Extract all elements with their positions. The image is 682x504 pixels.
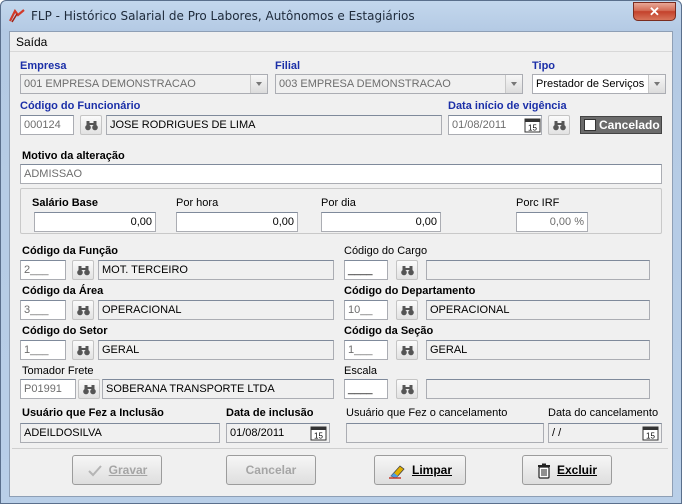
tomador-code-field[interactable]: P01991 bbox=[20, 379, 76, 399]
eraser-icon bbox=[388, 465, 405, 479]
tipo-value: Prestador de Serviços bbox=[536, 78, 645, 90]
vigencia-date-value: 01/08/2011 bbox=[452, 119, 507, 131]
cargo-code-field[interactable]: ____ bbox=[344, 260, 388, 280]
area-label: Código da Área bbox=[22, 285, 104, 297]
cancelamento-date-label: Data do cancelamento bbox=[548, 407, 659, 419]
binoculars-search-icon[interactable] bbox=[72, 300, 94, 320]
chevron-down-icon[interactable] bbox=[250, 75, 267, 93]
binoculars-search-icon[interactable] bbox=[396, 379, 418, 399]
area-code-field[interactable]: 3___ bbox=[20, 300, 66, 320]
binoculars-search-icon[interactable] bbox=[396, 340, 418, 360]
salario-base-label: Salário Base bbox=[32, 197, 99, 209]
porc-irf-field[interactable]: 0,00 % bbox=[516, 212, 588, 232]
tipo-label: Tipo bbox=[532, 60, 556, 72]
area-name-field: OPERACIONAL bbox=[98, 300, 334, 320]
limpar-button[interactable]: Limpar bbox=[374, 455, 466, 485]
setor-name-field: GERAL bbox=[98, 340, 334, 360]
chevron-down-icon[interactable] bbox=[505, 75, 522, 93]
salario-base-field[interactable]: 0,00 bbox=[34, 212, 156, 232]
limpar-label: Limpar bbox=[411, 463, 452, 477]
divider bbox=[12, 448, 668, 449]
filial-value: 003 EMPRESA DEMONSTRACAO bbox=[279, 78, 451, 90]
secao-name-field: GERAL bbox=[426, 340, 650, 360]
cancelamento-date-value: / / bbox=[552, 427, 562, 439]
menu-item-saida[interactable]: Saída bbox=[16, 35, 47, 49]
por-hora-label: Por hora bbox=[176, 197, 219, 209]
binoculars-search-icon[interactable] bbox=[72, 340, 94, 360]
cancelado-checkbox[interactable]: Cancelado bbox=[580, 116, 662, 134]
motivo-field[interactable]: ADMISSAO bbox=[20, 164, 662, 184]
funcionario-code-field[interactable]: 000124 bbox=[20, 115, 74, 135]
cancelar-button[interactable]: Cancelar bbox=[226, 455, 316, 485]
checkmark-icon bbox=[87, 465, 102, 477]
escala-code-field[interactable]: ____ bbox=[344, 379, 388, 399]
filial-label: Filial bbox=[275, 60, 301, 72]
binoculars-search-icon[interactable] bbox=[396, 260, 418, 280]
cancelamento-user-label: Usuário que Fez o cancelamento bbox=[346, 407, 508, 419]
calendar-icon[interactable]: 15 bbox=[524, 117, 542, 133]
tipo-select[interactable]: Prestador de Serviços bbox=[532, 74, 666, 94]
departamento-code-field[interactable]: 10__ bbox=[344, 300, 388, 320]
por-dia-label: Por dia bbox=[321, 197, 356, 209]
secao-label: Código da Seção bbox=[344, 325, 434, 337]
funcao-name-field: MOT. TERCEIRO bbox=[98, 260, 334, 280]
binoculars-search-icon[interactable] bbox=[78, 379, 100, 399]
window-title: FLP - Histórico Salarial de Pro Labores,… bbox=[31, 9, 415, 23]
menu-bar: Saída bbox=[10, 32, 672, 52]
cargo-label: Código do Cargo bbox=[344, 245, 428, 257]
departamento-label: Código do Departamento bbox=[344, 285, 476, 297]
form-area: Saída Empresa 001 EMPRESA DEMONSTRACAO F… bbox=[9, 31, 673, 497]
title-bar[interactable]: FLP - Histórico Salarial de Pro Labores,… bbox=[1, 1, 681, 31]
trash-icon bbox=[537, 463, 550, 479]
cancelamento-user-field bbox=[346, 423, 544, 443]
cargo-name-field bbox=[426, 260, 650, 280]
setor-code-field[interactable]: 1___ bbox=[20, 340, 66, 360]
por-dia-field[interactable]: 0,00 bbox=[321, 212, 441, 232]
checkbox-icon[interactable] bbox=[584, 119, 596, 131]
calendar-icon[interactable]: 15 bbox=[642, 425, 660, 441]
binoculars-search-icon[interactable] bbox=[548, 115, 570, 135]
inclusao-date-label: Data de inclusão bbox=[226, 407, 314, 419]
escala-label: Escala bbox=[344, 365, 378, 377]
gravar-label: Gravar bbox=[108, 463, 148, 477]
departamento-name-field: OPERACIONAL bbox=[426, 300, 650, 320]
calendar-day-text: 15 bbox=[314, 432, 323, 441]
motivo-label: Motivo da alteração bbox=[22, 150, 125, 162]
inclusao-date-value: 01/08/2011 bbox=[230, 427, 285, 439]
close-button[interactable]: ✕ bbox=[633, 2, 676, 21]
tomador-label: Tomador Frete bbox=[22, 365, 94, 377]
funcionario-name-field: JOSE RODRIGUES DE LIMA bbox=[106, 115, 442, 135]
porc-irf-label: Porc IRF bbox=[516, 197, 560, 209]
funcionario-label: Código do Funcionário bbox=[20, 100, 141, 112]
secao-code-field[interactable]: 1___ bbox=[344, 340, 388, 360]
empresa-value: 001 EMPRESA DEMONSTRACAO bbox=[24, 78, 196, 90]
tomador-name-field: SOBERANA TRANSPORTE LTDA bbox=[102, 379, 334, 399]
empresa-label: Empresa bbox=[20, 60, 67, 72]
binoculars-search-icon[interactable] bbox=[72, 260, 94, 280]
escala-name-field bbox=[426, 379, 650, 399]
funcao-label: Código da Função bbox=[22, 245, 118, 257]
app-window: FLP - Histórico Salarial de Pro Labores,… bbox=[0, 0, 682, 504]
por-hora-field[interactable]: 0,00 bbox=[176, 212, 298, 232]
calendar-day-text: 15 bbox=[528, 124, 537, 133]
cancelar-label: Cancelar bbox=[245, 463, 297, 477]
cancelado-label: Cancelado bbox=[599, 118, 660, 132]
app-logo-icon bbox=[9, 9, 25, 23]
calendar-day-text: 15 bbox=[646, 432, 655, 441]
filial-select[interactable]: 003 EMPRESA DEMONSTRACAO bbox=[275, 74, 523, 94]
inclusao-user-label: Usuário que Fez a Inclusão bbox=[22, 407, 164, 419]
excluir-label: Excluir bbox=[556, 463, 598, 477]
binoculars-search-icon[interactable] bbox=[80, 115, 102, 135]
chevron-down-icon[interactable] bbox=[648, 75, 665, 93]
gravar-button[interactable]: Gravar bbox=[72, 455, 162, 485]
setor-label: Código do Setor bbox=[22, 325, 108, 337]
excluir-button[interactable]: Excluir bbox=[522, 455, 612, 485]
funcao-code-field[interactable]: 2___ bbox=[20, 260, 66, 280]
binoculars-search-icon[interactable] bbox=[396, 300, 418, 320]
vigencia-label: Data início de vigência bbox=[448, 100, 567, 112]
inclusao-user-field: ADEILDOSILVA bbox=[20, 423, 220, 443]
calendar-icon[interactable]: 15 bbox=[310, 425, 328, 441]
empresa-select[interactable]: 001 EMPRESA DEMONSTRACAO bbox=[20, 74, 268, 94]
